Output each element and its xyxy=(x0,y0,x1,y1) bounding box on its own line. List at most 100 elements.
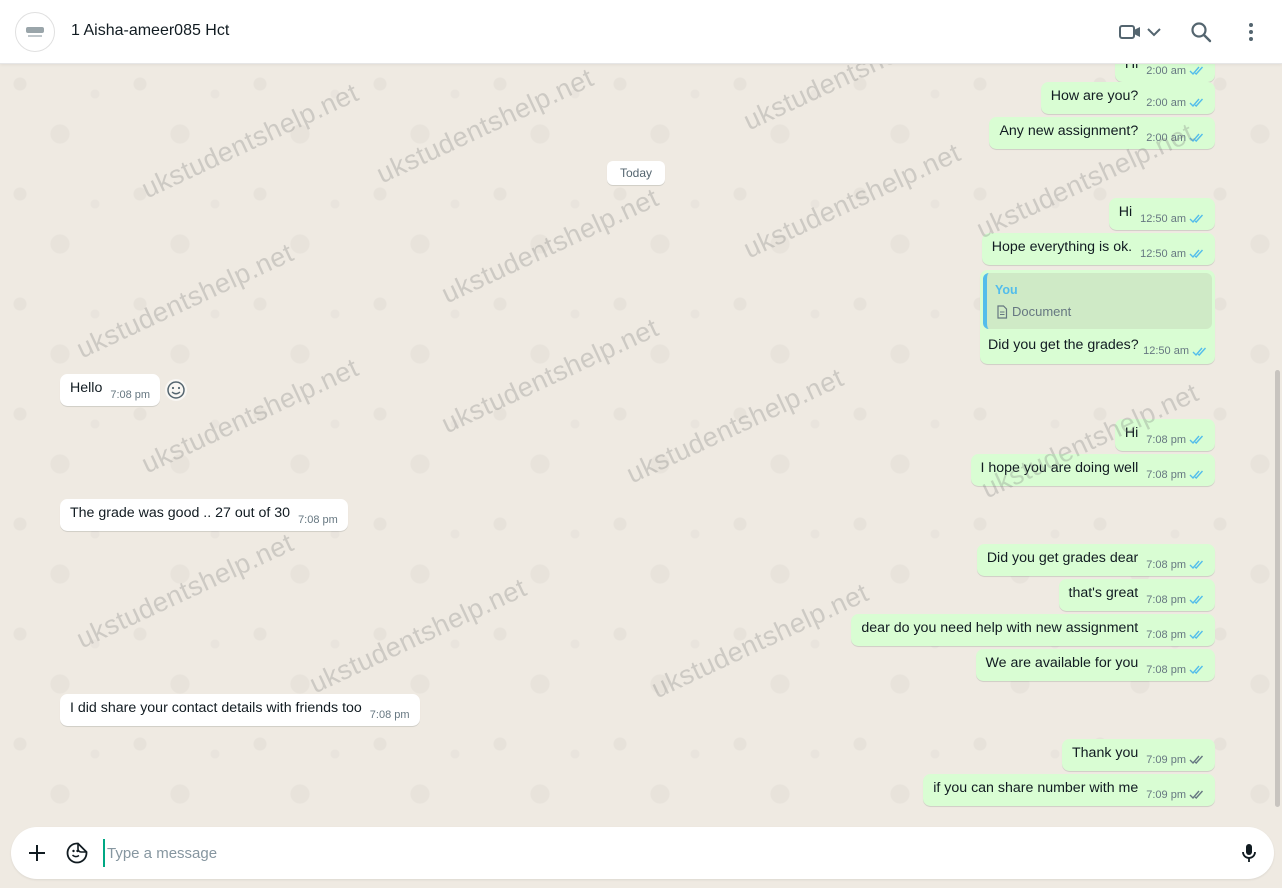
message-text: I hope you are doing well xyxy=(980,459,1139,476)
read-tick-icon xyxy=(1189,594,1205,605)
message-time: 7:08 pm xyxy=(1146,468,1186,481)
message-time: 7:08 pm xyxy=(1146,433,1186,446)
message-time: 7:08 pm xyxy=(1146,558,1186,571)
microphone-icon[interactable] xyxy=(1237,841,1261,865)
read-tick-icon xyxy=(1189,248,1205,259)
message-time: 2:00 am xyxy=(1146,64,1186,77)
read-tick-icon xyxy=(1189,132,1205,143)
watermark: ukstudentshelp.net xyxy=(71,237,299,365)
message-input[interactable] xyxy=(103,839,1213,867)
message-time: 7:09 pm xyxy=(1146,788,1186,801)
menu-icon[interactable] xyxy=(1239,20,1263,44)
delivered-tick-icon xyxy=(1189,754,1205,765)
chevron-down-icon[interactable] xyxy=(1144,20,1164,44)
read-tick-icon xyxy=(1189,97,1205,108)
message-text: Did you get the grades? xyxy=(988,337,1139,353)
quoted-message[interactable]: You Document xyxy=(983,273,1212,329)
chat-header: 1 Aisha-ameer085 Hct xyxy=(0,0,1282,64)
message-time: 7:09 pm xyxy=(1146,753,1186,766)
whatsapp-chat-window: 1 Aisha-ameer085 Hct Today Hi 2:00 am Ho… xyxy=(0,0,1282,888)
contact-name[interactable]: 1 Aisha-ameer085 Hct xyxy=(71,22,229,40)
message-outgoing[interactable]: Hi 7:08 pm xyxy=(1114,419,1215,451)
message-time: 12:50 am xyxy=(1140,212,1186,225)
message-time: 7:08 pm xyxy=(369,708,410,721)
message-text: Hi xyxy=(1124,424,1139,441)
message-outgoing[interactable]: Did you get grades dear 7:08 pm xyxy=(976,544,1215,576)
read-tick-icon xyxy=(1189,213,1205,224)
scrollbar-thumb[interactable] xyxy=(1275,370,1280,807)
message-text: Hope everything is ok. xyxy=(991,238,1133,255)
read-tick-icon xyxy=(1189,629,1205,640)
watermark: ukstudentshelp.net xyxy=(304,572,532,700)
message-text: that's great xyxy=(1068,584,1139,601)
watermark: ukstudentshelp.net xyxy=(371,64,599,190)
message-incoming[interactable]: The grade was good .. 27 out of 30 7:08 … xyxy=(60,499,348,531)
message-time: 12:50 am xyxy=(1140,247,1186,260)
message-outgoing[interactable]: Hi 12:50 am xyxy=(1108,198,1215,230)
message-list[interactable]: Today Hi 2:00 am How are you? 2:00 am An… xyxy=(0,64,1282,824)
message-text: if you can share number with me xyxy=(933,779,1139,796)
document-icon xyxy=(997,304,1008,319)
message-time: 7:08 pm xyxy=(298,513,338,526)
message-time: 2:00 am xyxy=(1146,96,1186,109)
read-tick-icon xyxy=(1192,346,1208,357)
message-time: 7:08 pm xyxy=(1146,593,1186,606)
attach-plus-icon[interactable] xyxy=(25,841,49,865)
message-outgoing[interactable]: I hope you are doing well 7:08 pm xyxy=(970,454,1215,486)
quote-author: You xyxy=(995,283,1018,297)
message-text: Did you get grades dear xyxy=(986,549,1139,566)
watermark: ukstudentshelp.net xyxy=(71,527,299,655)
message-outgoing[interactable]: Hi 2:00 am xyxy=(1114,64,1215,82)
message-text: How are you? xyxy=(1050,87,1139,104)
contact-avatar[interactable] xyxy=(15,12,55,52)
sticker-icon[interactable] xyxy=(65,841,89,865)
watermark: ukstudentshelp.net xyxy=(436,312,664,440)
avatar-logo-icon xyxy=(26,27,44,37)
message-incoming[interactable]: I did share your contact details with fr… xyxy=(60,694,420,726)
message-outgoing[interactable]: dear do you need help with new assignmen… xyxy=(851,614,1215,646)
delivered-tick-icon xyxy=(1189,789,1205,800)
message-outgoing[interactable]: Hope everything is ok. 12:50 am xyxy=(981,233,1215,265)
watermark: ukstudentshelp.net xyxy=(136,77,364,205)
message-text: Hello xyxy=(70,379,103,396)
message-outgoing[interactable]: Thank you 7:09 pm xyxy=(1062,739,1215,771)
composer-footer xyxy=(0,824,1282,888)
date-separator: Today xyxy=(607,161,665,185)
watermark: ukstudentshelp.net xyxy=(646,577,874,705)
read-tick-icon xyxy=(1189,65,1205,76)
message-outgoing[interactable]: How are you? 2:00 am xyxy=(1040,82,1215,114)
message-outgoing[interactable]: Any new assignment? 2:00 am xyxy=(989,117,1215,149)
message-incoming[interactable]: Hello 7:08 pm xyxy=(60,374,161,406)
message-text: Hi xyxy=(1125,64,1138,72)
message-time: 7:08 pm xyxy=(110,388,151,401)
message-outgoing[interactable]: We are available for you 7:08 pm xyxy=(975,649,1215,681)
watermark: ukstudentshelp.net xyxy=(436,182,664,310)
smiley-icon xyxy=(167,381,185,399)
message-text: Hi xyxy=(1118,203,1133,220)
emoji-reaction-button[interactable] xyxy=(165,379,187,401)
read-tick-icon xyxy=(1189,664,1205,675)
message-text: Any new assignment? xyxy=(999,122,1139,139)
message-time: 12:50 am xyxy=(1143,345,1189,357)
quote-label: Document xyxy=(1012,304,1072,319)
video-call-icon[interactable] xyxy=(1118,20,1142,44)
message-text: We are available for you xyxy=(985,654,1139,671)
watermark: ukstudentshelp.net xyxy=(738,64,966,137)
search-icon[interactable] xyxy=(1189,20,1213,44)
watermark: ukstudentshelp.net xyxy=(136,352,364,480)
message-outgoing-reply[interactable]: You Document Did you get the grades? 12:… xyxy=(980,270,1215,364)
composer-bar xyxy=(11,827,1274,879)
message-outgoing[interactable]: that's great 7:08 pm xyxy=(1058,579,1215,611)
message-text: I did share your contact details with fr… xyxy=(70,699,362,716)
read-tick-icon xyxy=(1189,469,1205,480)
watermark: ukstudentshelp.net xyxy=(621,362,849,490)
message-outgoing[interactable]: if you can share number with me 7:09 pm xyxy=(923,774,1215,806)
message-time: 7:08 pm xyxy=(1146,628,1186,641)
read-tick-icon xyxy=(1189,559,1205,570)
message-text: Thank you xyxy=(1072,744,1139,761)
message-time: 7:08 pm xyxy=(1146,663,1186,676)
message-text: dear do you need help with new assignmen… xyxy=(861,619,1139,636)
message-time: 2:00 am xyxy=(1146,131,1186,144)
watermark: ukstudentshelp.net xyxy=(738,137,966,265)
message-text: The grade was good .. 27 out of 30 xyxy=(70,504,291,521)
